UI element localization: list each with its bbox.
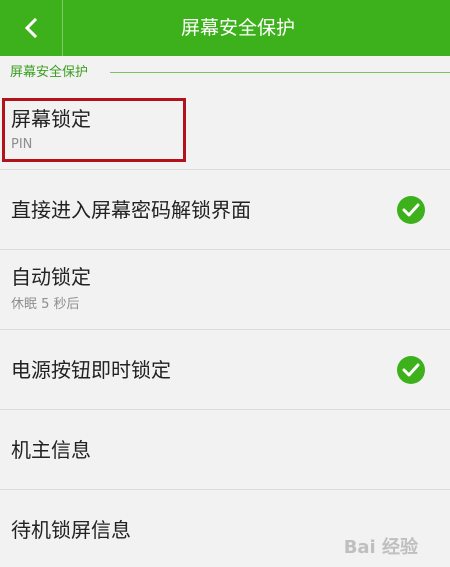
auto-lock-item[interactable]: 自动锁定 休眠 5 秒后	[0, 250, 450, 330]
back-button[interactable]	[0, 0, 62, 56]
section-divider	[110, 72, 450, 73]
section-header: 屏幕安全保护	[0, 56, 450, 92]
power-button-lock-checkbox[interactable]	[397, 356, 425, 384]
page-title: 屏幕安全保护	[180, 17, 295, 39]
direct-unlock-item[interactable]: 直接进入屏幕密码解锁界面	[0, 170, 450, 250]
direct-unlock-checkbox[interactable]	[397, 196, 425, 224]
check-icon	[402, 363, 420, 377]
owner-info-item[interactable]: 机主信息	[0, 410, 450, 490]
power-button-lock-title: 电源按钮即时锁定	[11, 358, 171, 382]
section-label: 屏幕安全保护	[10, 65, 89, 80]
check-icon	[402, 203, 420, 217]
lock-screen-message-title: 待机锁屏信息	[11, 518, 131, 542]
baidu-watermark: Bai 经验	[343, 537, 418, 558]
power-button-lock-item[interactable]: 电源按钮即时锁定	[0, 330, 450, 410]
screen-security-page: 屏幕安全保护 屏幕安全保护 屏幕锁定 PIN 直接进入屏幕密码解锁界面 自动锁定…	[0, 0, 450, 567]
app-header: 屏幕安全保护	[0, 0, 450, 56]
owner-info-title: 机主信息	[11, 438, 91, 462]
auto-lock-title: 自动锁定	[11, 265, 91, 289]
highlight-box	[2, 98, 186, 162]
auto-lock-value: 休眠 5 秒后	[11, 297, 80, 312]
chevron-left-icon	[24, 17, 38, 39]
direct-unlock-title: 直接进入屏幕密码解锁界面	[11, 198, 251, 222]
